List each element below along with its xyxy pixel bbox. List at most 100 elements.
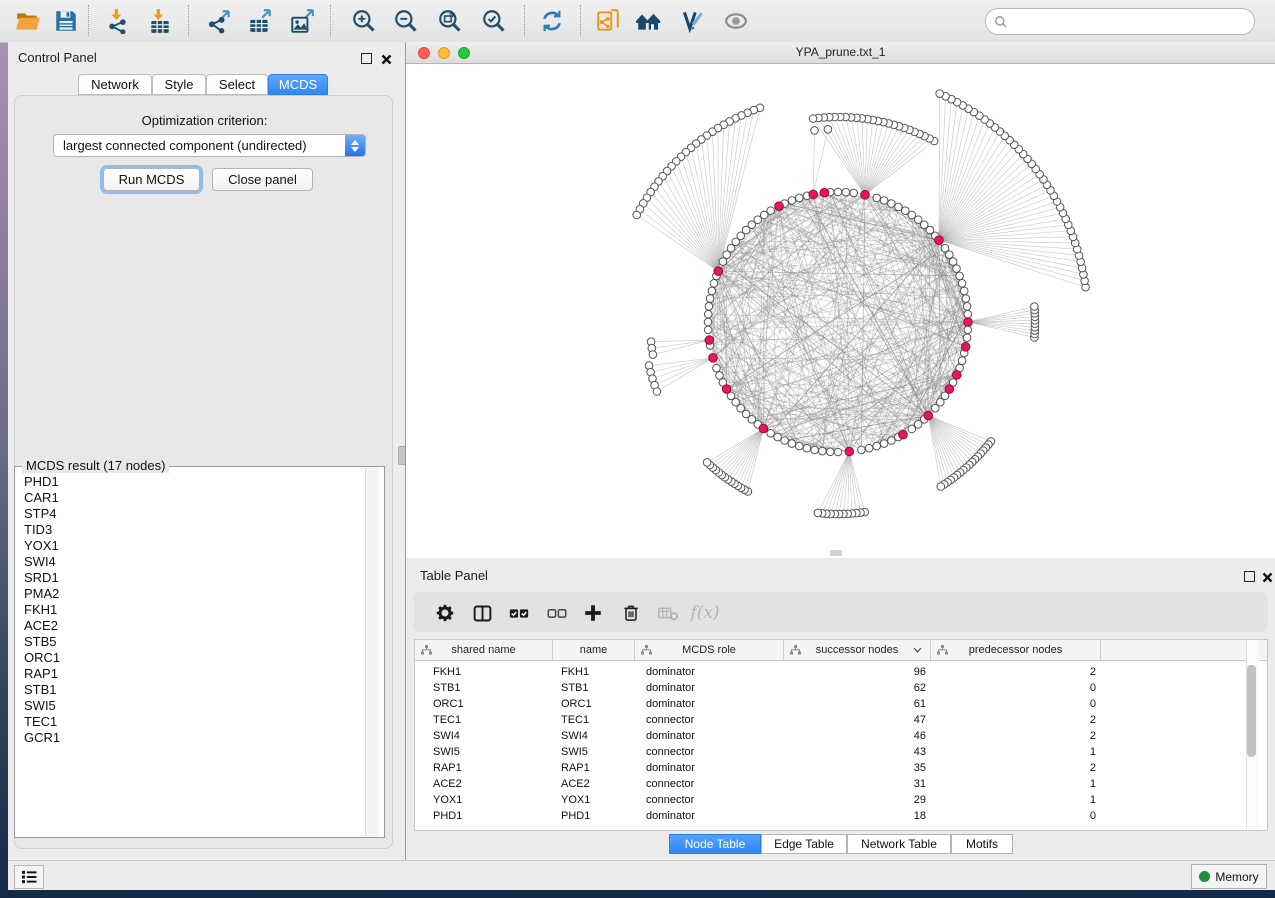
- table-row[interactable]: FKH1FKH1dominator962: [415, 664, 1267, 680]
- shared-column-icon: [937, 645, 948, 655]
- mcds-result-item[interactable]: TEC1: [24, 714, 354, 730]
- table-row[interactable]: ACE2ACE2connector311: [415, 776, 1267, 792]
- close-traffic-light[interactable]: [418, 47, 430, 59]
- criterion-selected-value: largest connected component (undirected): [54, 138, 345, 153]
- tab-style[interactable]: Style: [152, 74, 206, 95]
- toolbar-separator: [330, 5, 331, 37]
- minimize-traffic-light[interactable]: [438, 47, 450, 59]
- table-cell: PHD1: [415, 810, 553, 822]
- network-view-window: YPA_prune.txt_1: [405, 42, 1275, 558]
- network-scroll-grip[interactable]: [830, 550, 842, 556]
- table-row[interactable]: SWI4SWI4dominator462: [415, 728, 1267, 744]
- tab-network-table[interactable]: Network Table: [847, 834, 951, 854]
- network-window-titlebar[interactable]: YPA_prune.txt_1: [406, 42, 1275, 64]
- table-panel-close-icon[interactable]: [1262, 570, 1273, 588]
- delete-column-trash-icon[interactable]: [618, 600, 644, 626]
- export-image-icon[interactable]: [288, 7, 316, 35]
- select-all-icon[interactable]: [506, 600, 532, 626]
- table-row[interactable]: STB1STB1dominator620: [415, 680, 1267, 696]
- mcds-result-item[interactable]: ORC1: [24, 650, 354, 666]
- sort-chevron-icon: [913, 647, 922, 653]
- table-settings-gear-icon[interactable]: [432, 600, 458, 626]
- close-panel-button[interactable]: Close panel: [212, 168, 313, 191]
- table-row[interactable]: TEC1TEC1connector472: [415, 712, 1267, 728]
- zoom-in-icon[interactable]: [350, 7, 378, 35]
- column-chooser-icon[interactable]: [469, 600, 495, 626]
- mcds-result-item[interactable]: CAR1: [24, 490, 354, 506]
- table-cell: FKH1: [415, 666, 553, 678]
- zoom-fit-icon[interactable]: [436, 7, 464, 35]
- control-panel-float-icon[interactable]: [361, 53, 372, 64]
- memory-button[interactable]: Memory: [1191, 864, 1267, 889]
- tab-network[interactable]: Network: [78, 74, 152, 95]
- table-toolbar: f(x): [414, 592, 1268, 632]
- home-icon[interactable]: [634, 7, 662, 35]
- import-table-icon[interactable]: [146, 7, 174, 35]
- vizmapper-icon[interactable]: [678, 7, 706, 35]
- zoom-traffic-light[interactable]: [458, 47, 470, 59]
- mcds-result-item[interactable]: TID3: [24, 522, 354, 538]
- mcds-result-item[interactable]: PMA2: [24, 586, 354, 602]
- control-panel-close-icon[interactable]: [381, 52, 392, 70]
- deselect-all-icon[interactable]: [544, 600, 570, 626]
- mcds-result-title: MCDS result (17 nodes): [22, 458, 169, 473]
- header-successor-nodes[interactable]: successor nodes: [784, 640, 931, 660]
- table-panel-float-icon[interactable]: [1244, 571, 1255, 582]
- header-filler: [1101, 640, 1267, 660]
- run-mcds-button[interactable]: Run MCDS: [103, 168, 200, 191]
- show-hide-graphics-icon[interactable]: [722, 7, 750, 35]
- refresh-icon[interactable]: [538, 7, 566, 35]
- tab-edge-table[interactable]: Edge Table: [761, 834, 847, 854]
- mcds-result-item[interactable]: SRD1: [24, 570, 354, 586]
- mcds-result-item[interactable]: GCR1: [24, 730, 354, 746]
- table-cell: SWI5: [553, 746, 635, 758]
- tab-mcds[interactable]: MCDS: [268, 74, 328, 95]
- table-row[interactable]: SWI5SWI5connector431: [415, 744, 1267, 760]
- main-toolbar: [0, 0, 1275, 43]
- mcds-result-item[interactable]: ACE2: [24, 618, 354, 634]
- table-row[interactable]: ORC1ORC1dominator610: [415, 696, 1267, 712]
- mcds-list-scrollbar[interactable]: [365, 468, 379, 836]
- toolbar-separator: [188, 5, 189, 37]
- header-shared-name[interactable]: shared name: [415, 640, 553, 660]
- table-scrollbar-thumb[interactable]: [1247, 665, 1256, 757]
- search-input[interactable]: [1012, 12, 1254, 32]
- save-session-icon[interactable]: [52, 7, 80, 35]
- export-table-icon[interactable]: [246, 7, 274, 35]
- table-cell: RAP1: [553, 762, 635, 774]
- mcds-result-item[interactable]: PHD1: [24, 474, 354, 490]
- mcds-result-item[interactable]: RAP1: [24, 666, 354, 682]
- tab-node-table[interactable]: Node Table: [669, 834, 761, 854]
- network-canvas[interactable]: [406, 64, 1275, 558]
- header-mcds-role[interactable]: MCDS role: [635, 640, 784, 660]
- mcds-result-item[interactable]: STB1: [24, 682, 354, 698]
- tab-motifs[interactable]: Motifs: [951, 834, 1013, 854]
- table-cell: dominator: [635, 682, 784, 694]
- zoom-out-icon[interactable]: [392, 7, 420, 35]
- mcds-result-item[interactable]: SWI5: [24, 698, 354, 714]
- mcds-result-item[interactable]: FKH1: [24, 602, 354, 618]
- mcds-result-item[interactable]: STB5: [24, 634, 354, 650]
- delete-table-icon[interactable]: [655, 600, 681, 626]
- share-document-icon[interactable]: [594, 7, 622, 35]
- mcds-result-item[interactable]: STP4: [24, 506, 354, 522]
- function-builder-icon[interactable]: f(x): [692, 600, 718, 626]
- open-session-icon[interactable]: [14, 7, 42, 35]
- criterion-select[interactable]: largest connected component (undirected): [53, 134, 366, 157]
- mcds-result-list: PHD1CAR1STP4TID3YOX1SWI4SRD1PMA2FKH1ACE2…: [24, 474, 354, 826]
- header-predecessor-nodes[interactable]: predecessor nodes: [931, 640, 1101, 660]
- table-row[interactable]: PHD1PHD1dominator180: [415, 808, 1267, 824]
- import-network-icon[interactable]: [104, 7, 132, 35]
- table-body: FKH1FKH1dominator962STB1STB1dominator620…: [415, 661, 1267, 824]
- mcds-result-item[interactable]: YOX1: [24, 538, 354, 554]
- header-name[interactable]: name: [553, 640, 635, 660]
- add-column-icon[interactable]: [580, 600, 606, 626]
- table-row[interactable]: YOX1YOX1connector291: [415, 792, 1267, 808]
- table-row[interactable]: RAP1RAP1dominator352: [415, 760, 1267, 776]
- export-network-icon[interactable]: [206, 7, 234, 35]
- task-history-button[interactable]: [14, 865, 44, 889]
- zoom-selected-icon[interactable]: [480, 7, 508, 35]
- mcds-result-item[interactable]: SWI4: [24, 554, 354, 570]
- tab-select[interactable]: Select: [206, 74, 268, 95]
- table-cell: YOX1: [415, 794, 553, 806]
